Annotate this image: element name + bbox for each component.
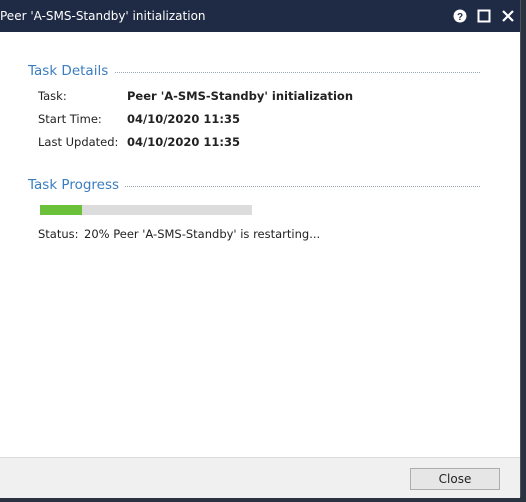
start-time-label: Start Time: bbox=[38, 112, 102, 126]
start-time-value: 04/10/2020 11:35 bbox=[127, 112, 241, 126]
task-value: Peer 'A-SMS-Standby' initialization bbox=[127, 89, 354, 103]
last-updated-label: Last Updated: bbox=[38, 135, 119, 149]
help-icon[interactable]: ? bbox=[448, 4, 472, 28]
maximize-icon[interactable] bbox=[472, 4, 496, 28]
progress-bar bbox=[40, 205, 252, 215]
task-details-header: Task Details bbox=[28, 62, 480, 80]
svg-text:?: ? bbox=[457, 12, 463, 23]
task-progress-header: Task Progress bbox=[28, 176, 480, 194]
title-controls: ? bbox=[448, 0, 520, 32]
progress-bar-fill bbox=[40, 205, 83, 215]
task-details-heading: Task Details bbox=[28, 62, 115, 80]
window-title: Peer 'A-SMS-Standby' initialization bbox=[0, 9, 206, 23]
status-text: 20% Peer 'A-SMS-Standby' is restarting..… bbox=[84, 227, 321, 241]
dialog-footer: Close bbox=[0, 457, 520, 498]
status-label: Status: bbox=[38, 227, 79, 241]
close-icon[interactable] bbox=[496, 4, 520, 28]
task-dialog: Peer 'A-SMS-Standby' initialization ? Ta… bbox=[0, 0, 521, 498]
last-updated-value: 04/10/2020 11:35 bbox=[127, 135, 241, 149]
title-bar[interactable]: Peer 'A-SMS-Standby' initialization ? bbox=[0, 0, 520, 32]
task-label: Task: bbox=[38, 89, 67, 103]
close-button[interactable]: Close bbox=[410, 468, 500, 490]
task-progress-heading: Task Progress bbox=[28, 176, 126, 194]
